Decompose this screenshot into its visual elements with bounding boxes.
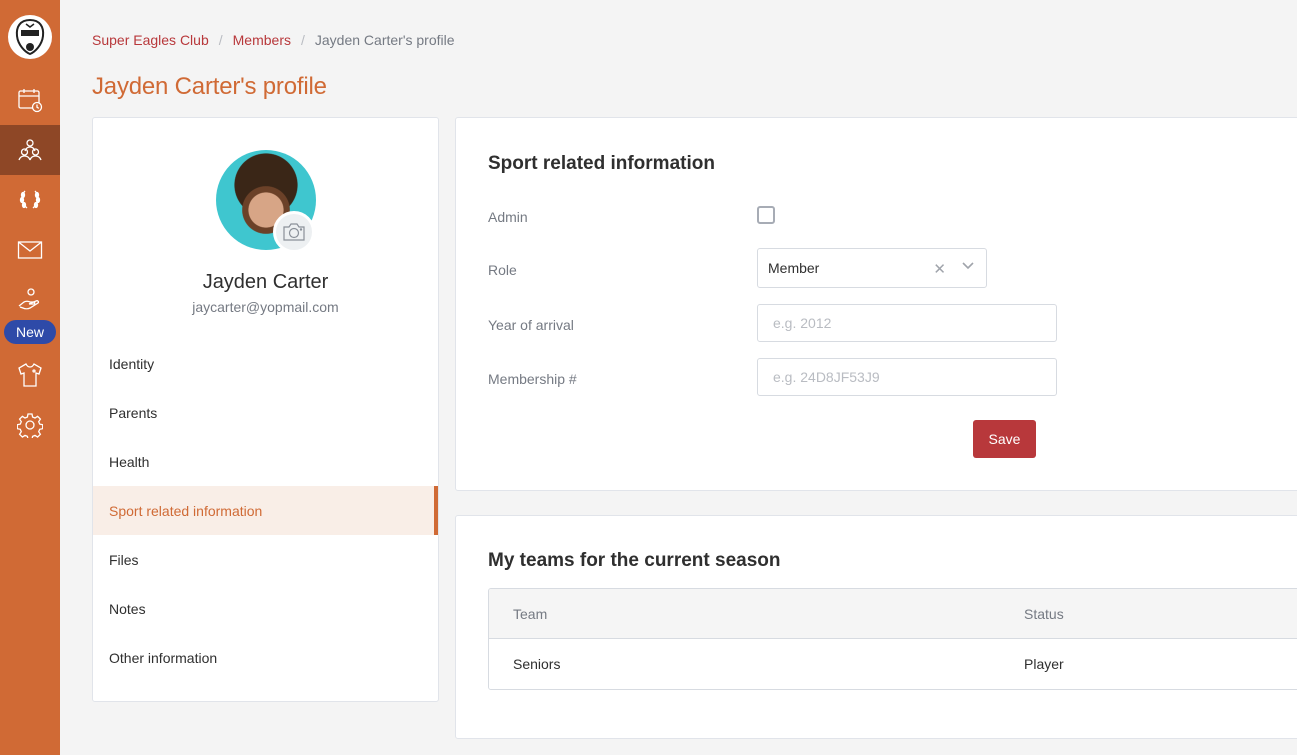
gear-icon [17,413,43,438]
sidebar-item-equipment[interactable] [0,350,60,400]
table-row[interactable]: Seniors Player [489,639,1297,689]
membership-number-label: Membership # [488,371,577,387]
shirt-icon [18,363,42,387]
sport-info-card: Sport related information Admin Role Mem… [455,117,1297,491]
profile-card: Jayden Carter jaycarter@yopmail.com Iden… [92,117,439,702]
year-of-arrival-input[interactable] [757,304,1057,342]
sidebar-item-calendar[interactable] [0,75,60,125]
menu-item-notes[interactable]: Notes [93,584,438,633]
role-label: Role [488,262,517,278]
sidebar-item-messages[interactable] [0,225,60,275]
role-select[interactable]: Member ✕ [757,248,987,288]
menu-item-identity[interactable]: Identity [93,339,438,388]
admin-label: Admin [488,209,528,225]
table-header: Team Status [489,589,1297,639]
menu-item-other-information[interactable]: Other information [93,633,438,682]
breadcrumb-separator: / [301,32,305,48]
hand-person-icon [18,288,40,310]
status-cell: Player [1024,656,1064,672]
teams-title: My teams for the current season [488,550,781,571]
save-button[interactable]: Save [973,420,1036,458]
teams-table: Team Status Seniors Player [488,588,1297,690]
menu-item-files[interactable]: Files [93,535,438,584]
teams-card: My teams for the current season Team Sta… [455,515,1297,739]
page-title: Jayden Carter's profile [92,73,327,100]
calendar-icon [18,89,43,113]
column-header-team[interactable]: Team [489,606,1024,622]
membership-number-input[interactable] [757,358,1057,396]
breadcrumb: Super Eagles Club / Members / Jayden Car… [92,32,455,48]
column-header-status[interactable]: Status [1024,606,1297,622]
new-badge: New [4,320,56,344]
sport-info-title: Sport related information [488,153,715,174]
admin-checkbox[interactable] [757,206,775,224]
sidebar-item-volunteers[interactable] [0,275,60,325]
sidebar: New [0,0,60,755]
club-crest-icon [15,18,45,56]
breadcrumb-members-link[interactable]: Members [233,32,291,48]
camera-icon [283,223,305,241]
sidebar-item-competitions[interactable] [0,175,60,225]
profile-menu: Identity Parents Health Sport related in… [93,339,438,682]
change-photo-button[interactable] [273,211,315,253]
mail-icon [17,241,43,259]
members-icon [18,139,42,161]
menu-item-parents[interactable]: Parents [93,388,438,437]
clear-icon[interactable]: ✕ [933,260,946,278]
profile-name: Jayden Carter [202,271,329,293]
team-cell: Seniors [513,656,561,672]
role-select-value: Member [768,260,820,276]
profile-email: jaycarter@yopmail.com [192,299,339,315]
menu-item-health[interactable]: Health [93,437,438,486]
chevron-down-icon[interactable] [962,262,974,270]
breadcrumb-separator: / [218,32,223,48]
breadcrumb-current: Jayden Carter's profile [314,32,455,48]
laurel-icon [19,190,41,209]
sidebar-item-settings[interactable] [0,400,60,450]
breadcrumb-club-link[interactable]: Super Eagles Club [92,32,209,48]
year-of-arrival-label: Year of arrival [488,317,574,333]
sidebar-item-members[interactable] [0,125,60,175]
club-logo[interactable] [8,15,52,59]
menu-item-sport-related-information[interactable]: Sport related information [93,486,438,535]
